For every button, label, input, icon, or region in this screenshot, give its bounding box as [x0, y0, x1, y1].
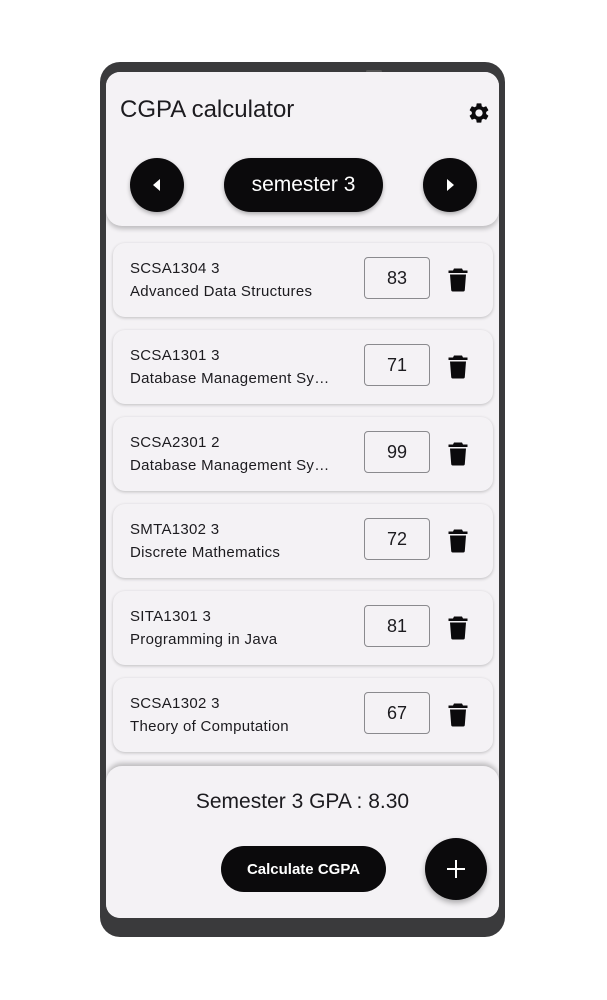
settings-button[interactable]	[464, 98, 494, 128]
course-name: Database Management Systems	[130, 370, 335, 387]
app-title: CGPA calculator	[120, 96, 295, 123]
score-input[interactable]	[364, 257, 430, 299]
course-card: SITA1301 3 Programming in Java	[113, 591, 493, 665]
semester-selector[interactable]: semester 3	[224, 158, 383, 212]
score-input[interactable]	[364, 431, 430, 473]
course-name: Theory of Computation	[130, 718, 289, 735]
course-card: SCSA1301 3 Database Management Systems	[113, 330, 493, 404]
delete-course-button[interactable]	[448, 703, 468, 727]
course-code: SCSA1302 3	[130, 695, 220, 712]
calculate-cgpa-button[interactable]: Calculate CGPA	[221, 846, 386, 892]
score-input[interactable]	[364, 518, 430, 560]
course-name: Programming in Java	[130, 631, 278, 648]
course-code: SITA1301 3	[130, 608, 212, 625]
score-input[interactable]	[364, 344, 430, 386]
score-input[interactable]	[364, 605, 430, 647]
course-card: SMTA1302 3 Discrete Mathematics	[113, 504, 493, 578]
chevron-right-icon	[447, 179, 454, 191]
previous-semester-button[interactable]	[130, 158, 184, 212]
course-code: SCSA1304 3	[130, 260, 220, 277]
semester-gpa-text: Semester 3 GPA : 8.30	[195, 790, 410, 813]
add-course-button[interactable]	[425, 838, 487, 900]
delete-course-button[interactable]	[448, 442, 468, 466]
course-card: SCSA2301 2 Database Management Systems L…	[113, 417, 493, 491]
course-name: Advanced Data Structures	[130, 283, 313, 300]
chevron-left-icon	[153, 179, 160, 191]
semester-label: semester 3	[251, 173, 356, 196]
delete-course-button[interactable]	[448, 355, 468, 379]
app-header: CGPA calculator semester 3	[106, 72, 499, 226]
course-code: SCSA1301 3	[130, 347, 220, 364]
trash-icon	[448, 268, 468, 292]
course-card: SCSA1302 3 Theory of Computation	[113, 678, 493, 752]
score-input[interactable]	[364, 692, 430, 734]
calculate-cgpa-label: Calculate CGPA	[246, 860, 361, 878]
course-name: Database Management Systems Lab	[130, 457, 335, 474]
delete-course-button[interactable]	[448, 529, 468, 553]
gear-icon	[469, 103, 489, 123]
course-list[interactable]: SCSA1304 3 Advanced Data Structures SCSA…	[106, 226, 499, 766]
trash-icon	[448, 703, 468, 727]
next-semester-button[interactable]	[423, 158, 477, 212]
course-code: SCSA2301 2	[130, 434, 220, 451]
course-code: SMTA1302 3	[130, 521, 220, 538]
course-name: Discrete Mathematics	[130, 544, 281, 561]
trash-icon	[448, 529, 468, 553]
delete-course-button[interactable]	[448, 616, 468, 640]
delete-course-button[interactable]	[448, 268, 468, 292]
course-card: SCSA1304 3 Advanced Data Structures	[113, 243, 493, 317]
gpa-footer: Semester 3 GPA : 8.30 Calculate CGPA	[106, 766, 499, 918]
app-screen: CGPA calculator semester 3 SCSA1304 3 Ad…	[106, 72, 499, 918]
plus-icon	[447, 860, 465, 878]
trash-icon	[448, 616, 468, 640]
trash-icon	[448, 442, 468, 466]
trash-icon	[448, 355, 468, 379]
